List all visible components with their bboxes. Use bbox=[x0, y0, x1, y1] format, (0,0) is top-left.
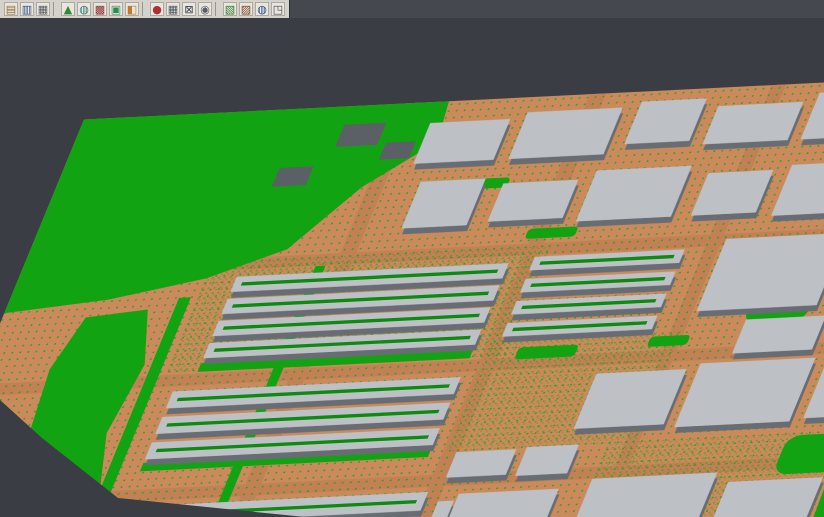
globe-icon[interactable]: ◍ bbox=[255, 2, 269, 16]
mesh-icon[interactable]: ▩ bbox=[93, 2, 107, 16]
layers-icon[interactable]: ▧ bbox=[223, 2, 237, 16]
texture-icon[interactable]: ▨ bbox=[239, 2, 253, 16]
classified-pointcloud-scene bbox=[0, 18, 824, 517]
classification-icon[interactable]: ▣ bbox=[109, 2, 123, 16]
application-window: ▤▥▦▲◍▩▣◧●▦⊠◉▧▨◍◳ bbox=[0, 0, 824, 517]
toolbar: ▤▥▦▲◍▩▣◧●▦⊠◉▧▨◍◳ bbox=[0, 0, 824, 18]
toolbar-separator bbox=[53, 2, 58, 16]
toolbar-separator bbox=[215, 2, 220, 16]
toolbar-icon-strip: ▤▥▦▲◍▩▣◧●▦⊠◉▧▨◍◳ bbox=[0, 0, 290, 18]
point-cloud-icon[interactable]: ◍ bbox=[77, 2, 91, 16]
3d-viewport[interactable] bbox=[0, 18, 824, 517]
terrain-view-icon[interactable]: ▲ bbox=[61, 2, 75, 16]
open-file-icon[interactable]: ▤ bbox=[4, 2, 18, 16]
help-icon[interactable]: ◳ bbox=[271, 2, 285, 16]
save-icon[interactable]: ▥ bbox=[20, 2, 34, 16]
stop-icon[interactable]: ● bbox=[150, 2, 164, 16]
zoom-extents-icon[interactable]: ⊠ bbox=[182, 2, 196, 16]
export-icon[interactable]: ▦ bbox=[36, 2, 50, 16]
settings-icon[interactable]: ◉ bbox=[198, 2, 212, 16]
terrain bbox=[0, 70, 824, 517]
grid-icon[interactable]: ▦ bbox=[166, 2, 180, 16]
toolbar-separator bbox=[142, 2, 147, 16]
orthophoto-icon[interactable]: ◧ bbox=[125, 2, 139, 16]
